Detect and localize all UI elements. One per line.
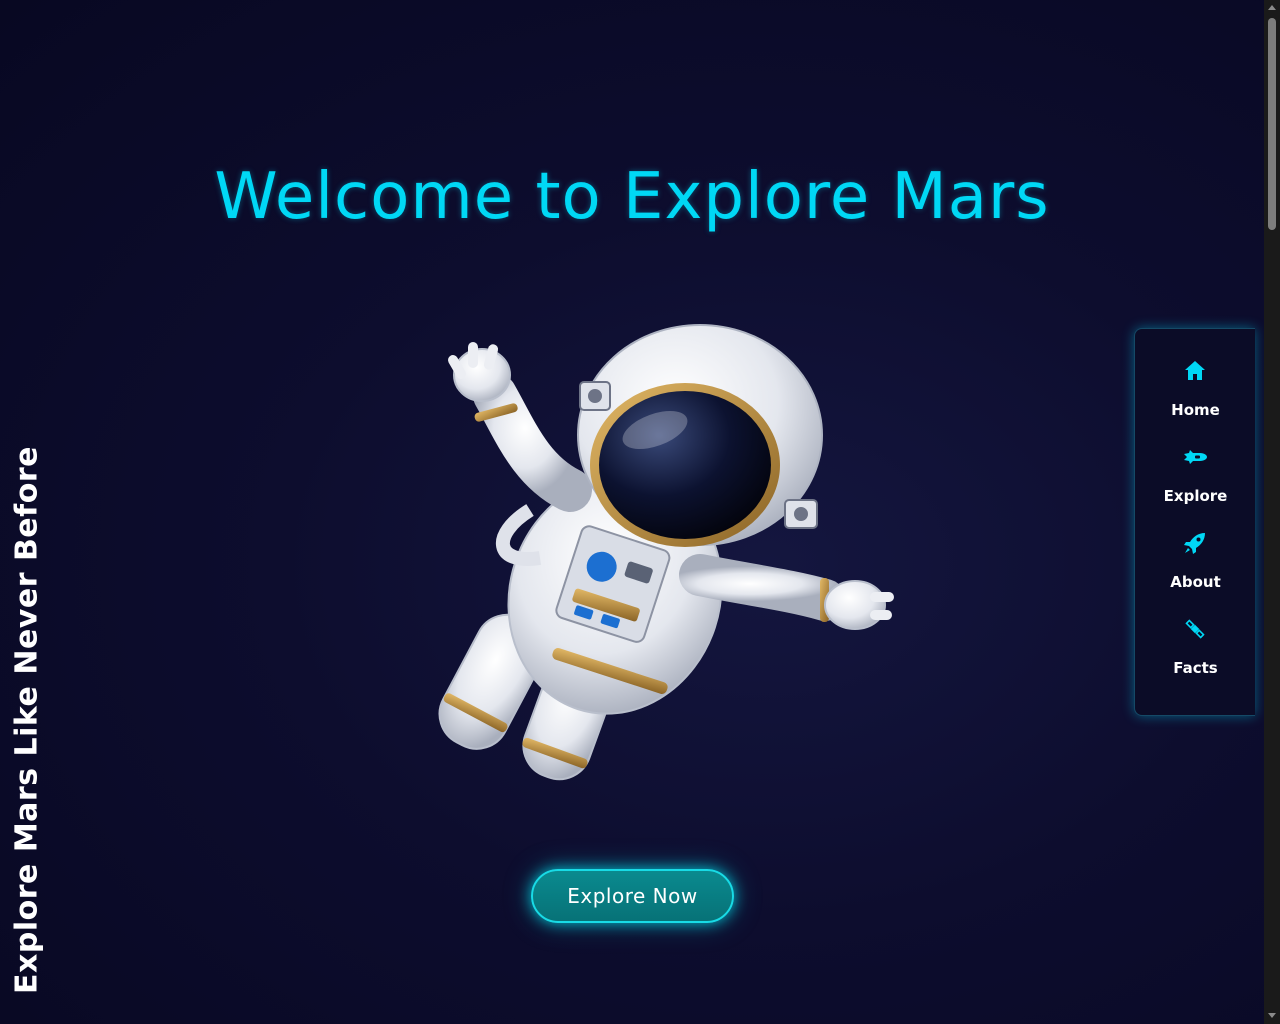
explore-now-button[interactable]: Explore Now <box>531 869 734 923</box>
scroll-down-arrow[interactable] <box>1268 1013 1276 1018</box>
nav-item-explore[interactable]: Explore <box>1135 445 1256 525</box>
home-icon <box>1185 361 1205 380</box>
side-tagline: Explore Mars Like Never Before <box>9 446 45 994</box>
astronaut-illustration <box>438 324 894 781</box>
scroll-up-arrow[interactable] <box>1268 5 1276 10</box>
nav-label-facts: Facts <box>1173 659 1218 677</box>
nav-item-about[interactable]: About <box>1135 531 1256 611</box>
scroll-thumb[interactable] <box>1268 18 1276 230</box>
nav-label-explore: Explore <box>1163 487 1228 505</box>
page: Welcome to Explore Mars Explore Mars Lik… <box>0 0 1264 1024</box>
spaceship-icon <box>1184 450 1207 464</box>
nav-label-about: About <box>1170 573 1221 591</box>
side-nav: Home Explore About Facts <box>1134 328 1255 716</box>
satellite-icon <box>1185 619 1205 639</box>
nav-label-home: Home <box>1171 401 1220 419</box>
vertical-scrollbar[interactable] <box>1264 0 1280 1024</box>
nav-item-home[interactable]: Home <box>1135 359 1256 439</box>
page-title: Welcome to Explore Mars <box>214 160 1050 234</box>
nav-item-facts[interactable]: Facts <box>1135 617 1256 697</box>
rocket-icon <box>1184 533 1205 554</box>
